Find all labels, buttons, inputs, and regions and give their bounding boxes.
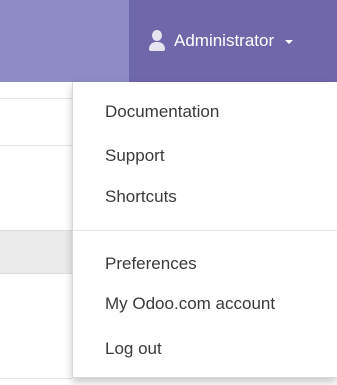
user-icon [149, 30, 165, 52]
caret-down-icon [285, 40, 294, 44]
menu-item-preferences[interactable]: Preferences [105, 254, 197, 274]
background-divider [0, 145, 72, 146]
menu-item-support[interactable]: Support [105, 146, 165, 166]
menu-item-shortcuts[interactable]: Shortcuts [105, 187, 177, 207]
background-divider [0, 378, 72, 379]
user-name: Administrator [174, 31, 275, 50]
background-table-header [0, 230, 72, 274]
menu-item-odoo-account[interactable]: My Odoo.com account [105, 294, 275, 314]
menu-item-log-out[interactable]: Log out [105, 339, 162, 359]
user-menu-toggle[interactable]: Administrator [129, 0, 337, 82]
user-dropdown-menu: Documentation Support Shortcuts Preferen… [72, 82, 337, 378]
menu-divider [73, 230, 337, 231]
background-divider [0, 98, 72, 99]
menu-item-documentation[interactable]: Documentation [105, 102, 219, 122]
